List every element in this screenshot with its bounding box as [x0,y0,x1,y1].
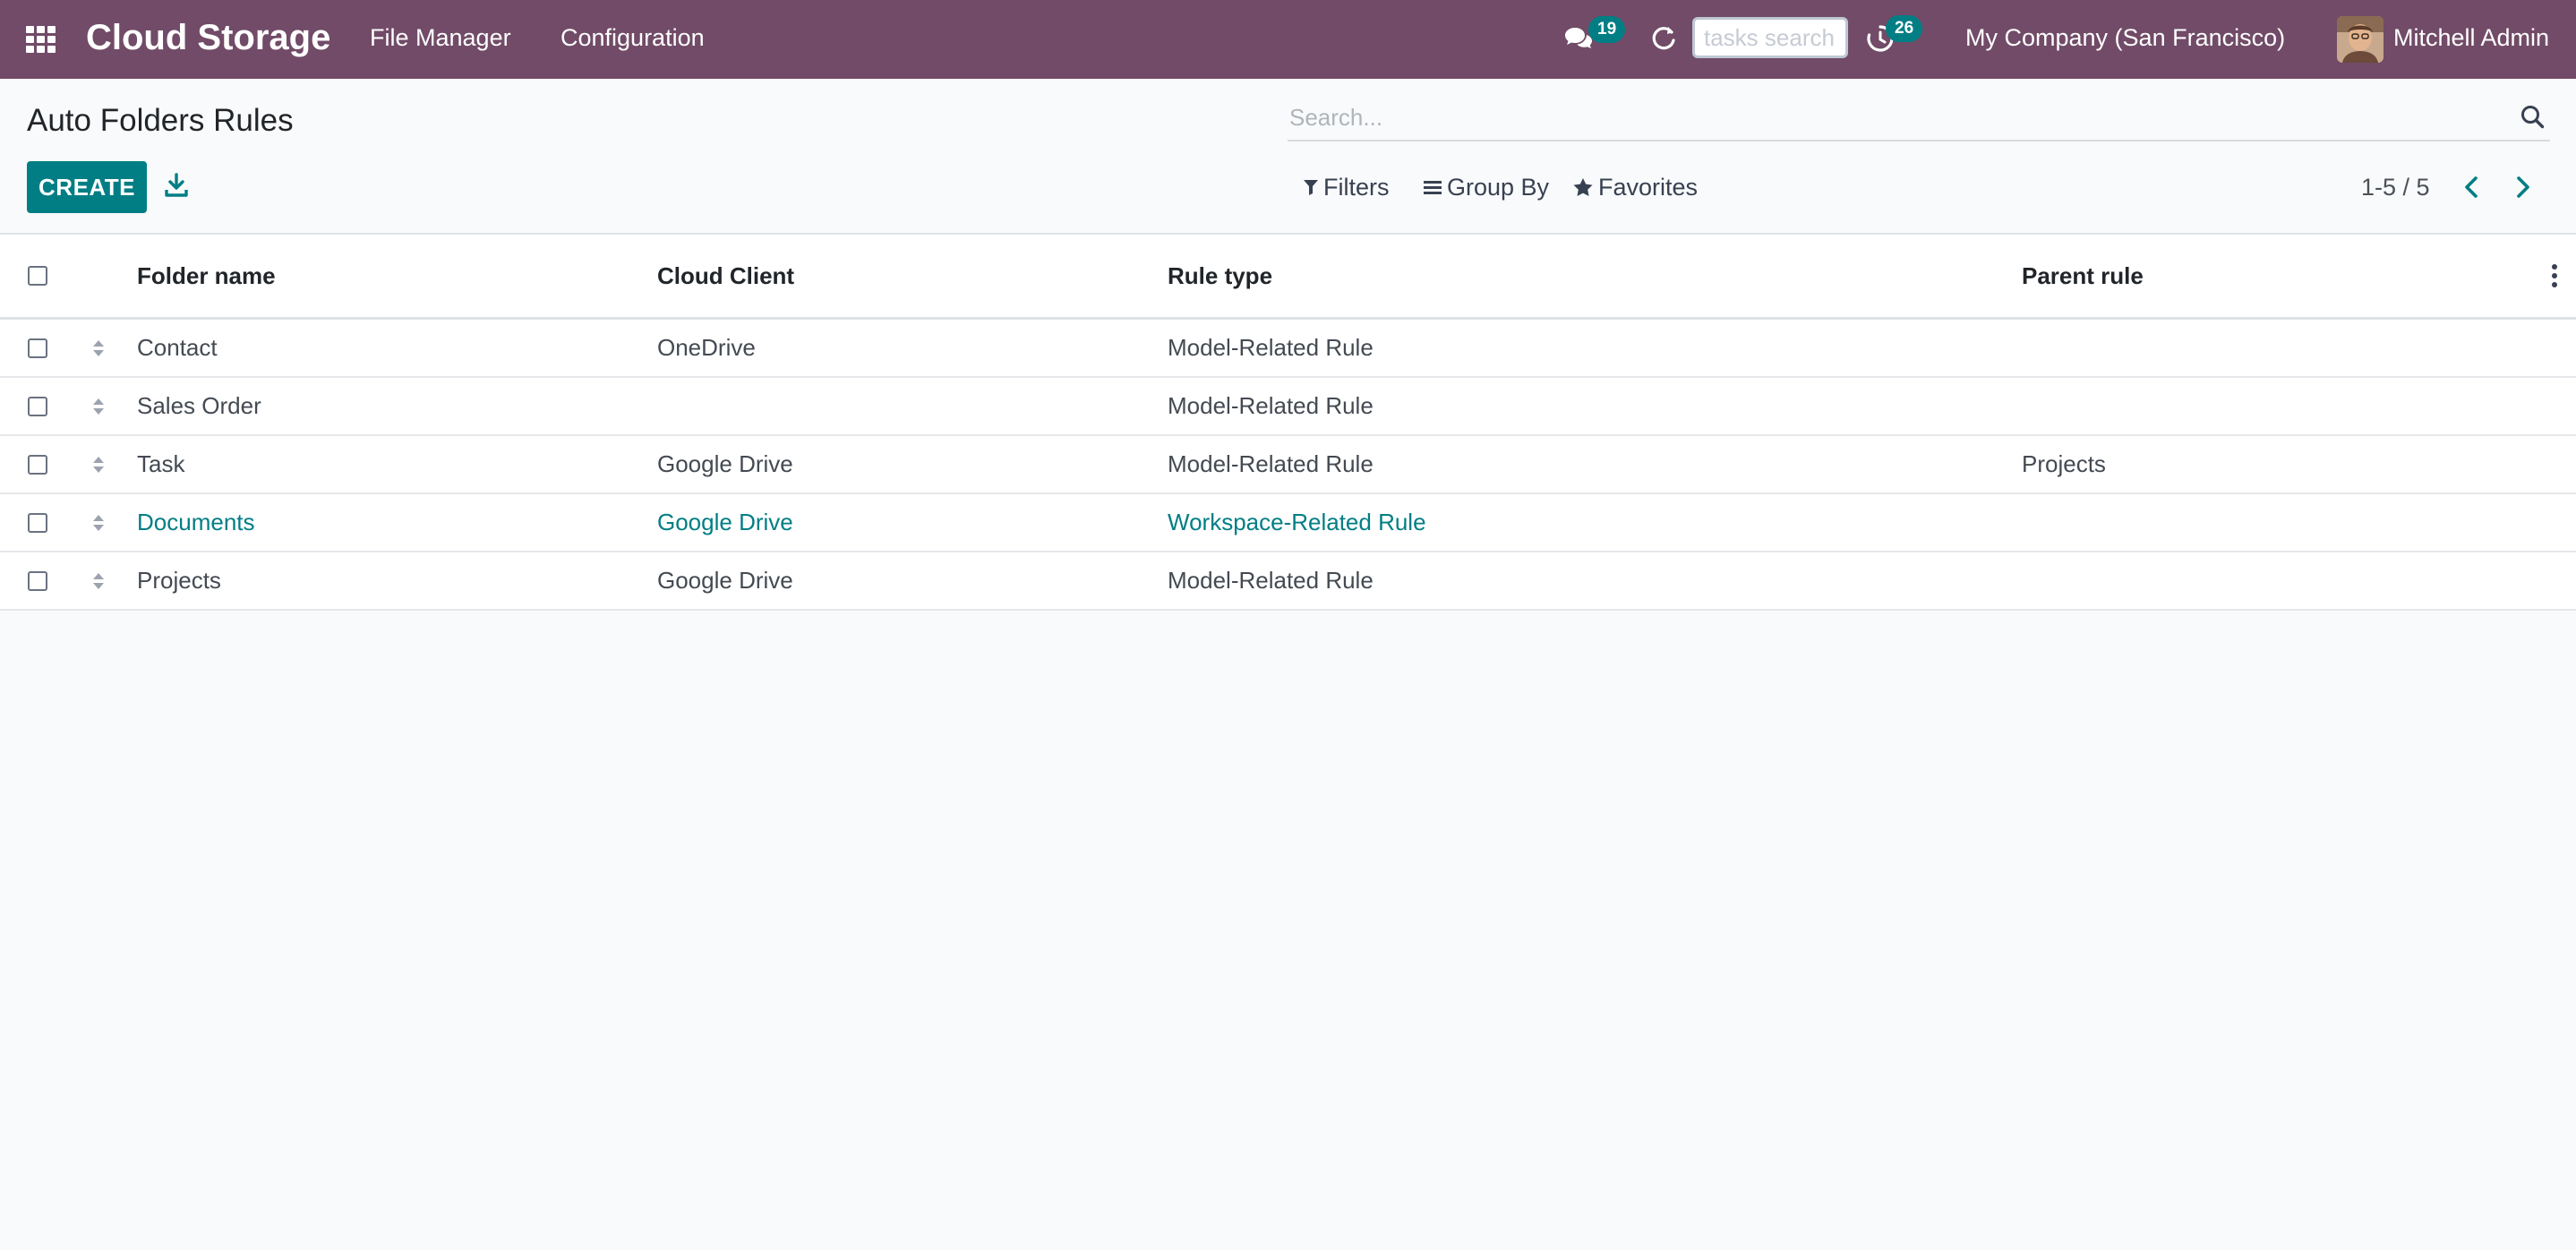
filter-icon [1304,180,1318,195]
user-menu[interactable]: Mitchell Admin [2393,21,2549,54]
cell-cloud-client: OneDrive [657,334,756,361]
cell-rule-type: Model-Related Rule [1168,334,1374,361]
table-header: Folder name Cloud Client Rule type Paren… [0,233,2576,320]
cell-parent-rule: Projects [2022,450,2106,477]
drag-handle-icon[interactable] [90,396,107,417]
favorites-label: Favorites [1598,174,1699,201]
filters-button[interactable]: Filters [1304,170,1390,204]
user-avatar[interactable] [2337,16,2383,63]
header-cloud-client[interactable]: Cloud Client [657,235,794,317]
cell-folder-name[interactable]: Documents [137,494,255,551]
cell-rule-type: Model-Related Rule [1168,567,1374,594]
drag-handle-icon[interactable] [90,454,107,475]
search-input[interactable] [1288,98,2500,136]
pager-value[interactable]: 1-5 / 5 [2361,170,2430,204]
cell-folder-name: Contact [137,334,218,361]
cell-rule-type[interactable]: Workspace-Related Rule [1168,494,1426,551]
cell-cloud-client: Google Drive [657,567,793,594]
cell-rule-type: Model-Related Rule [1168,450,1374,477]
cell-folder-name: Projects [137,567,221,594]
table-row[interactable]: Documents Google Drive Workspace-Related… [0,494,2576,552]
download-icon[interactable] [165,173,188,198]
create-button[interactable]: CREATE [27,161,147,213]
drag-handle-icon[interactable] [90,570,107,592]
table-row[interactable]: Task Google Drive Model-Related Rule Pro… [0,436,2576,494]
app-title[interactable]: Cloud Storage [86,16,330,59]
cell-folder-name: Sales Order [137,392,261,419]
row-checkbox[interactable] [28,397,47,416]
favorites-button[interactable]: Favorites [1573,170,1698,204]
filters-label: Filters [1323,174,1390,201]
page-title: Auto Folders Rules [27,103,294,138]
column-options-icon[interactable] [2548,261,2561,290]
chevron-right-icon[interactable] [2507,172,2537,202]
refresh-icon[interactable] [1649,24,1678,53]
header-folder-name[interactable]: Folder name [137,235,276,317]
cell-cloud-client: Google Drive [657,450,793,477]
group-by-label: Group By [1447,174,1550,201]
menu-file-manager[interactable]: File Manager [370,21,511,54]
header-parent-rule[interactable]: Parent rule [2022,235,2144,317]
chevron-left-icon[interactable] [2457,172,2487,202]
rules-table: Folder name Cloud Client Rule type Paren… [0,233,2576,611]
cell-rule-type: Model-Related Rule [1168,392,1374,419]
cell-folder-name: Task [137,450,185,477]
select-all-checkbox[interactable] [28,266,47,286]
top-navbar: Cloud Storage File Manager Configuration… [0,0,2576,79]
group-by-button[interactable]: Group By [1424,170,1549,204]
row-checkbox[interactable] [28,455,47,475]
apps-grid-icon[interactable] [25,23,57,56]
drag-handle-icon[interactable] [90,512,107,534]
header-rule-type[interactable]: Rule type [1168,235,1272,317]
table-row[interactable]: Contact OneDrive Model-Related Rule [0,320,2576,378]
star-icon [1573,178,1593,196]
drag-handle-icon[interactable] [90,338,107,359]
row-checkbox[interactable] [28,571,47,591]
activities-badge: 26 [1886,15,1923,42]
messages-badge: 19 [1588,16,1626,43]
tasks-search-input[interactable] [1692,17,1848,58]
menu-configuration[interactable]: Configuration [561,21,705,54]
search-icon[interactable] [2520,104,2546,131]
search-bar [1288,95,2550,141]
table-row[interactable]: Projects Google Drive Model-Related Rule [0,552,2576,611]
table-row[interactable]: Sales Order Model-Related Rule [0,378,2576,436]
group-by-icon [1424,181,1442,194]
cell-cloud-client[interactable]: Google Drive [657,494,793,551]
row-checkbox[interactable] [28,338,47,358]
row-checkbox[interactable] [28,513,47,533]
company-switcher[interactable]: My Company (San Francisco) [1965,21,2285,54]
